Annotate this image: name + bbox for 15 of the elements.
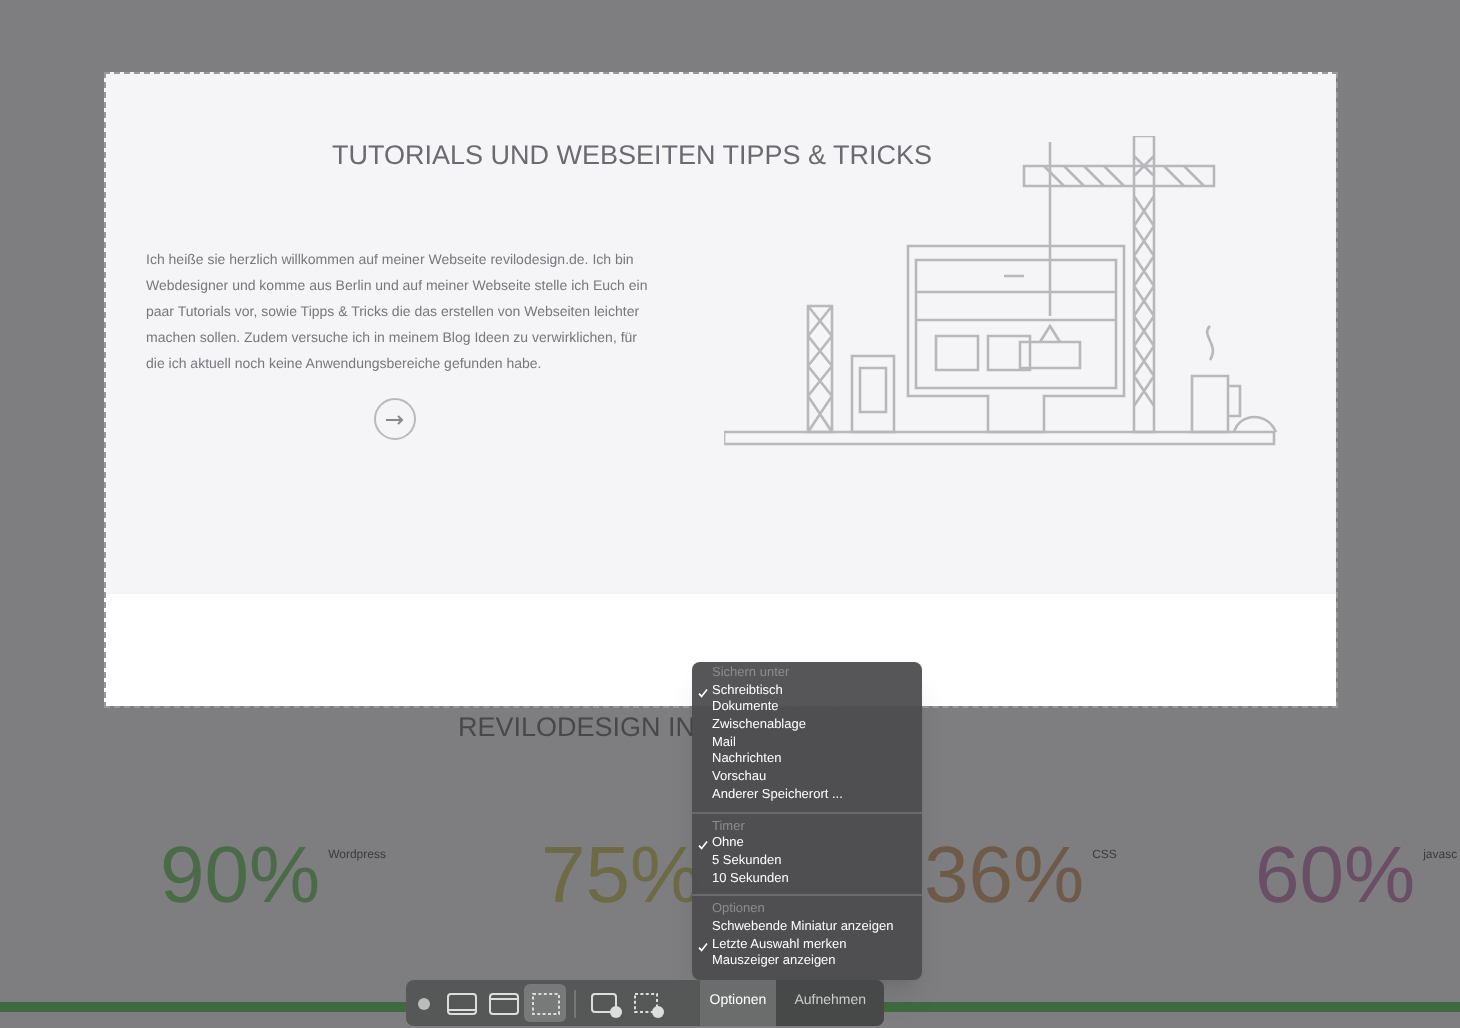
close-icon[interactable] <box>418 997 430 1009</box>
selection-capture-icon <box>527 987 563 1019</box>
window-capture-icon <box>485 987 521 1019</box>
skill-percentage: 90% <box>160 836 321 916</box>
arrow-right-icon <box>386 413 404 425</box>
selection-record-icon <box>629 987 665 1019</box>
hero-title: TUTORIALS UND WEBSEITEN TIPPS & TRICKS <box>332 138 933 174</box>
next-button[interactable] <box>374 398 416 440</box>
skill-percentage: 36% <box>924 836 1085 916</box>
screen-capture-icon <box>443 987 479 1019</box>
selection-capture-button[interactable] <box>524 984 566 1022</box>
checkmark-icon <box>698 941 708 952</box>
checkmark-icon <box>698 687 708 698</box>
screen-record-icon <box>587 987 623 1019</box>
checkmark-icon <box>698 840 708 851</box>
